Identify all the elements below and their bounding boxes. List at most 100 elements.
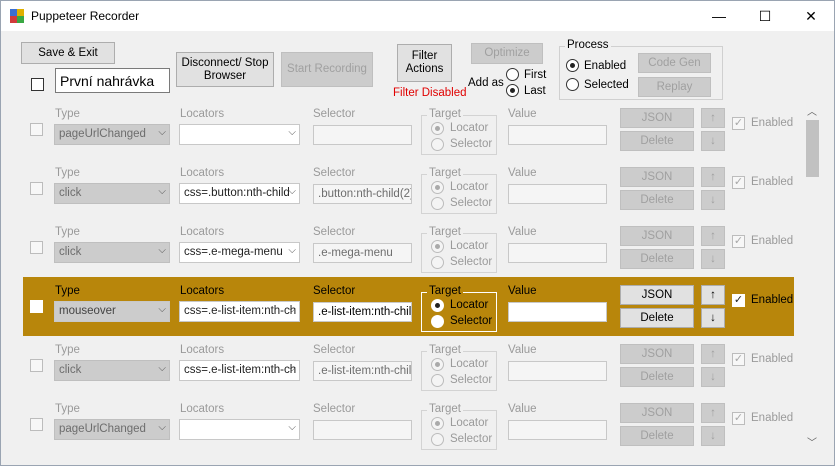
target-locator-radio[interactable] (431, 122, 444, 135)
selector-input[interactable] (313, 125, 412, 145)
target-selector-radio[interactable] (431, 138, 444, 151)
row-checkbox[interactable] (30, 123, 43, 136)
row-enabled-checkbox[interactable]: ✓ (732, 294, 745, 307)
maximize-button[interactable]: ☐ (742, 1, 788, 31)
delete-button[interactable]: Delete (620, 131, 694, 151)
locator-select[interactable]: css=.e-list-item:nth-ch ⌵ (179, 301, 300, 322)
close-button[interactable]: ✕ (788, 1, 834, 31)
filter-actions-button[interactable]: Filter Actions (397, 44, 452, 82)
target-locator-radio[interactable] (431, 240, 444, 253)
minimize-button[interactable]: — (696, 1, 742, 31)
row-enabled-checkbox[interactable]: ✓ (732, 235, 745, 248)
target-selector-radio[interactable] (431, 197, 444, 210)
locator-select[interactable]: css=.button:nth-child ⌵ (179, 183, 300, 204)
row-enabled-checkbox[interactable]: ✓ (732, 353, 745, 366)
action-row-4[interactable]: Type mouseover ⌵ Locators css=.e-list-ite… (23, 277, 794, 336)
disconnect-button[interactable]: Disconnect/ Stop Browser (176, 52, 274, 87)
selector-input[interactable]: .button:nth-child(2) (313, 184, 412, 204)
delete-button[interactable]: Delete (620, 249, 694, 269)
json-button[interactable]: JSON (620, 167, 694, 187)
action-row-1[interactable]: Type pageUrlChanged ⌵ Locators ⌵ Selector… (23, 100, 794, 159)
row-enabled-checkbox[interactable]: ✓ (732, 176, 745, 189)
delete-button[interactable]: Delete (620, 308, 694, 328)
row-enabled-checkbox[interactable]: ✓ (732, 412, 745, 425)
type-select[interactable]: pageUrlChanged ⌵ (54, 124, 170, 145)
json-button[interactable]: JSON (620, 285, 694, 305)
type-select[interactable]: click ⌵ (54, 183, 170, 204)
selector-input[interactable] (313, 420, 412, 440)
locator-select[interactable]: css=.e-mega-menu ⌵ (179, 242, 300, 263)
row-checkbox[interactable] (30, 300, 43, 313)
add-first-radio[interactable] (506, 68, 519, 81)
move-down-button[interactable]: ↓ (701, 249, 725, 269)
scroll-thumb[interactable] (806, 120, 819, 177)
target-locator-radio[interactable] (431, 417, 444, 430)
locator-select[interactable]: ⌵ (179, 419, 300, 440)
value-input[interactable] (508, 302, 607, 322)
row-enabled-checkbox[interactable]: ✓ (732, 117, 745, 130)
move-down-button[interactable]: ↓ (701, 131, 725, 151)
selector-input[interactable]: .e-mega-menu (313, 243, 412, 263)
value-input[interactable] (508, 184, 607, 204)
optimize-button[interactable]: Optimize (471, 43, 543, 64)
process-selected-radio[interactable] (566, 78, 579, 91)
move-up-button[interactable]: ↑ (701, 403, 725, 423)
delete-button[interactable]: Delete (620, 426, 694, 446)
delete-button[interactable]: Delete (620, 367, 694, 387)
target-selector-radio[interactable] (431, 433, 444, 446)
json-button[interactable]: JSON (620, 403, 694, 423)
move-up-button[interactable]: ↑ (701, 285, 725, 305)
target-locator-radio[interactable] (431, 358, 444, 371)
code-gen-button[interactable]: Code Gen (638, 53, 711, 73)
type-select[interactable]: click ⌵ (54, 242, 170, 263)
action-row-3[interactable]: Type click ⌵ Locators css=.e-mega-menu ⌵ S… (23, 218, 794, 277)
save-exit-button[interactable]: Save & Exit (21, 42, 115, 64)
json-button[interactable]: JSON (620, 226, 694, 246)
selector-input[interactable]: .e-list-item:nth-child(5 (313, 361, 412, 381)
row-checkbox[interactable] (30, 182, 43, 195)
move-up-button[interactable]: ↑ (701, 226, 725, 246)
move-down-button[interactable]: ↓ (701, 426, 725, 446)
replay-button[interactable]: Replay (638, 77, 711, 97)
move-up-button[interactable]: ↑ (701, 108, 725, 128)
row-checkbox[interactable] (30, 359, 43, 372)
add-last-radio[interactable] (506, 84, 519, 97)
move-down-button[interactable]: ↓ (701, 308, 725, 328)
target-selector-radio[interactable] (431, 315, 444, 328)
value-input[interactable] (508, 420, 607, 440)
move-down-button[interactable]: ↓ (701, 367, 725, 387)
row-checkbox[interactable] (30, 418, 43, 431)
move-down-button[interactable]: ↓ (701, 190, 725, 210)
move-up-button[interactable]: ↑ (701, 344, 725, 364)
type-select[interactable]: mouseover ⌵ (54, 301, 170, 322)
scroll-up-icon[interactable]: ︿ (807, 103, 817, 118)
json-button[interactable]: JSON (620, 344, 694, 364)
vertical-scrollbar[interactable]: ︿ ﹀ (804, 101, 821, 452)
type-select[interactable]: click ⌵ (54, 360, 170, 381)
selector-input[interactable]: .e-list-item:nth-child(5 (313, 302, 412, 322)
delete-button[interactable]: Delete (620, 190, 694, 210)
action-row-2[interactable]: Type click ⌵ Locators css=.button:nth-chi… (23, 159, 794, 218)
action-row-5[interactable]: Type click ⌵ Locators css=.e-list-item:nt… (23, 336, 794, 395)
move-up-button[interactable]: ↑ (701, 167, 725, 187)
json-button[interactable]: JSON (620, 108, 694, 128)
arrow-down-icon: ↓ (710, 370, 716, 383)
target-locator-radio[interactable] (431, 299, 444, 312)
start-recording-button[interactable]: Start Recording (281, 52, 373, 87)
value-input[interactable] (508, 125, 607, 145)
select-all-checkbox[interactable] (31, 78, 44, 91)
row-checkbox[interactable] (30, 241, 43, 254)
value-input[interactable] (508, 243, 607, 263)
target-selector-radio[interactable] (431, 374, 444, 387)
target-selector-radio[interactable] (431, 256, 444, 269)
locator-select[interactable]: ⌵ (179, 124, 300, 145)
scroll-down-icon[interactable]: ﹀ (807, 434, 817, 449)
action-row-6[interactable]: Type pageUrlChanged ⌵ Locators ⌵ Selector… (23, 395, 794, 454)
type-select[interactable]: pageUrlChanged ⌵ (54, 419, 170, 440)
value-input[interactable] (508, 361, 607, 381)
target-locator-radio[interactable] (431, 181, 444, 194)
process-enabled-radio[interactable] (566, 59, 579, 72)
locator-select[interactable]: css=.e-list-item:nth-ch ⌵ (179, 360, 300, 381)
locators-label: Locators (180, 226, 225, 238)
recording-name-input[interactable]: První nahrávka (55, 68, 170, 93)
